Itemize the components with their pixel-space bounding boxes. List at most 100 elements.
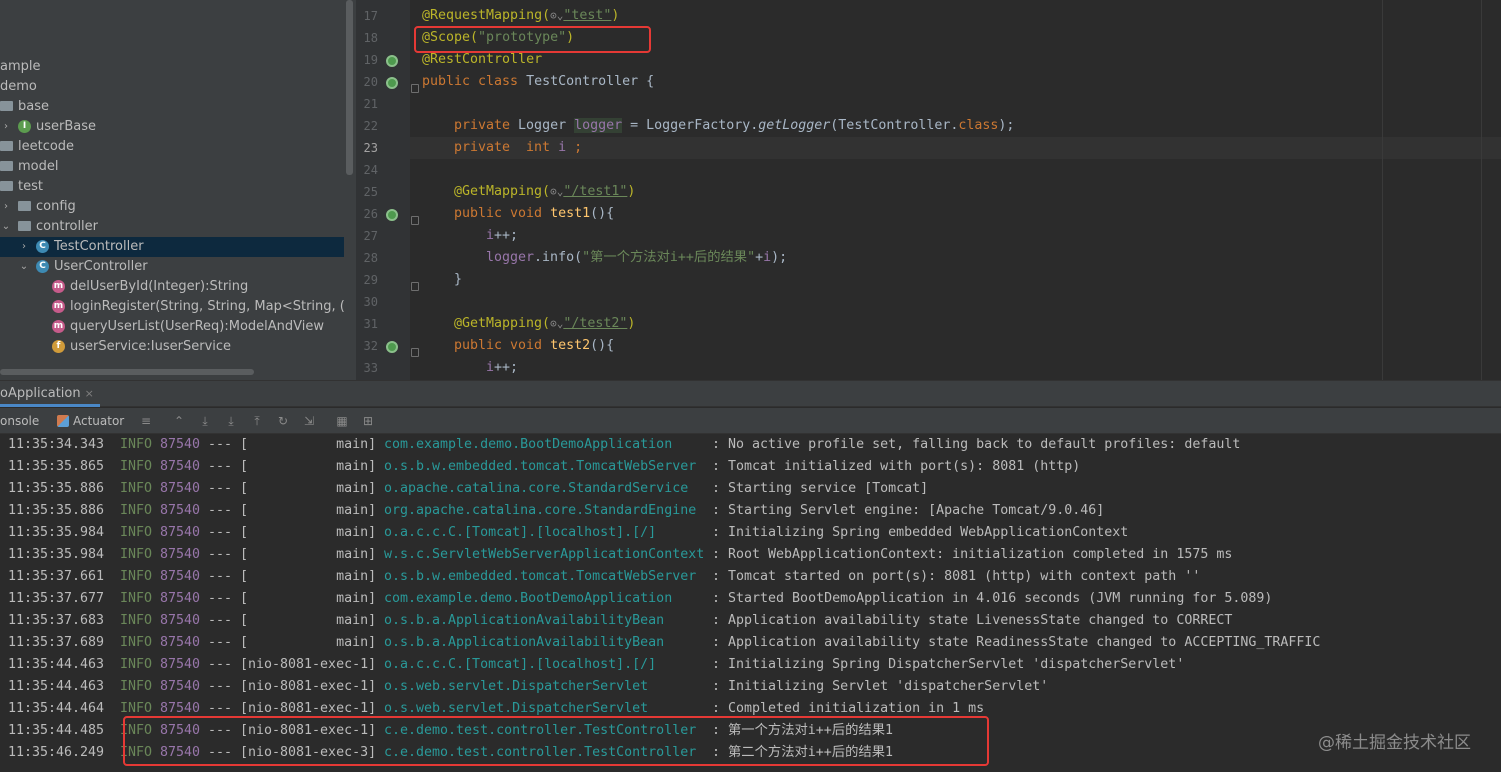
log-logger: org.apache.catalina.core.StandardEngine: [384, 503, 697, 518]
filter-icon[interactable]: ⇲: [302, 414, 316, 428]
code-line-31: @GetMapping(⊙⌄"/test2"): [454, 313, 635, 335]
tree-item[interactable]: › C TestController: [0, 237, 344, 257]
fold-icon[interactable]: [411, 216, 419, 225]
fold-icon[interactable]: [411, 84, 419, 93]
log-level: INFO: [120, 459, 153, 474]
chevron-down-icon[interactable]: ⌄: [0, 217, 12, 237]
tree-item[interactable]: m queryUserList(UserReq):ModelAndView: [0, 317, 344, 337]
annotation-token: @RestController: [422, 52, 543, 67]
tree-item[interactable]: ample: [0, 57, 344, 77]
menu-icon[interactable]: ≡: [139, 414, 153, 428]
code-editor[interactable]: 17 18 19 20 21 22 23 24 25 26 27 28 29 30 31 32 33 @Requ…: [356, 0, 1501, 380]
field-token: i: [486, 360, 495, 375]
fold-icon[interactable]: [411, 348, 419, 357]
log-logger: o.apache.catalina.core.StandardService: [384, 481, 689, 496]
run-config-tab[interactable]: oApplication ×: [0, 381, 100, 407]
method-token: getLogger: [758, 118, 831, 133]
tree-horizontal-scrollbar[interactable]: [0, 369, 254, 375]
tree-item[interactable]: f userService:IuserService: [0, 337, 344, 357]
editor-scrollbar-track[interactable]: [1481, 0, 1482, 380]
log-level: INFO: [120, 503, 153, 518]
log-msg: : Initializing Spring embedded WebApplic…: [712, 525, 1129, 540]
code-token: );: [771, 250, 788, 265]
code-line-20: public class TestController {: [422, 71, 654, 93]
tab-actuator[interactable]: Actuator: [57, 408, 124, 434]
tree-item[interactable]: model: [0, 157, 344, 177]
tree-item[interactable]: ⌄ controller: [0, 217, 344, 237]
log-level: INFO: [120, 591, 153, 606]
log-time: 11:35:44.464: [8, 701, 105, 716]
close-icon[interactable]: ×: [85, 387, 94, 400]
scroll-up-icon[interactable]: ⤒: [250, 414, 264, 428]
log-row: 11:35:44.463 INFO 87540 --- [nio-8081-exec-1…: [0, 676, 1501, 698]
tree-item[interactable]: test: [0, 177, 344, 197]
log-time: 11:35:37.661: [8, 569, 105, 584]
request-mapping-gutter-icon[interactable]: [386, 341, 398, 353]
tree-vertical-scrollbar[interactable]: [346, 0, 353, 175]
line-number: 20: [363, 75, 378, 89]
log-time: 11:35:34.343: [8, 437, 105, 452]
method-icon: m: [52, 319, 65, 333]
globe-icon[interactable]: ⊙⌄: [550, 9, 563, 22]
settings-icon[interactable]: ⊞: [361, 414, 375, 428]
table-icon[interactable]: ▦: [335, 414, 349, 428]
tab-console-label: onsole: [0, 414, 40, 428]
highlight-box-scope: [414, 26, 651, 53]
line-number: 29: [363, 273, 378, 287]
restore-layout-icon[interactable]: ⌃: [172, 414, 186, 428]
line-number: 18: [363, 31, 378, 45]
tree-item[interactable]: ⌄ C UserController: [0, 257, 344, 277]
scroll-end-icon[interactable]: ⤓: [224, 414, 238, 428]
fold-icon[interactable]: [411, 282, 419, 291]
tree-item-label: UserController: [54, 259, 148, 274]
log-pid: 87540: [160, 613, 201, 628]
chevron-right-icon[interactable]: ›: [0, 197, 12, 217]
tree-item-label: loginRegister(String, String, Map<String…: [70, 299, 345, 314]
log-level: INFO: [120, 569, 153, 584]
log-thread: [nio-8081-exec-1]: [240, 657, 377, 672]
log-row: 11:35:37.661 INFO 87540 --- [ main] o.s.b.w.e…: [0, 566, 1501, 588]
tree-item[interactable]: › IuserBase: [0, 117, 344, 137]
log-time: 11:35:37.689: [8, 635, 105, 650]
refresh-icon[interactable]: ↻: [276, 414, 290, 428]
log-row: 11:35:37.677 INFO 87540 --- [ main] com.examp…: [0, 588, 1501, 610]
log-logger: o.s.b.w.embedded.tomcat.TomcatWebServer: [384, 569, 697, 584]
tree-item[interactable]: › config: [0, 197, 344, 217]
actuator-icon: [57, 414, 69, 427]
tree-item[interactable]: m delUserById(Integer):String: [0, 277, 344, 297]
scroll-down-icon[interactable]: ⤓: [198, 414, 212, 428]
globe-icon[interactable]: ⊙⌄: [550, 185, 563, 198]
globe-icon[interactable]: ⊙⌄: [550, 317, 563, 330]
log-time: 11:35:35.886: [8, 481, 105, 496]
annotation-token: ): [627, 184, 636, 199]
log-logger: o.s.b.a.ApplicationAvailabilityBean: [384, 613, 665, 628]
tree-item-label: TestController: [54, 239, 144, 254]
request-mapping-gutter-icon[interactable]: [386, 209, 398, 221]
log-row: 11:35:44.463 INFO 87540 --- [nio-8081-exec-1…: [0, 654, 1501, 676]
chevron-right-icon[interactable]: ›: [0, 117, 12, 137]
chevron-right-icon[interactable]: ›: [18, 237, 30, 257]
tree-item-label: leetcode: [18, 139, 75, 154]
tree-item[interactable]: base: [0, 97, 344, 117]
log-sep: ---: [208, 547, 233, 562]
run-tab-bar: oApplication ×: [0, 380, 1501, 407]
tree-item[interactable]: demo: [0, 77, 344, 97]
chevron-down-icon[interactable]: ⌄: [18, 257, 30, 277]
line-number: 26: [363, 207, 378, 221]
tab-console[interactable]: onsole: [0, 408, 39, 434]
tree-item[interactable]: leetcode: [0, 137, 344, 157]
log-sep: ---: [208, 481, 233, 496]
log-logger: o.s.b.a.ApplicationAvailabilityBean: [384, 635, 665, 650]
tree-item[interactable]: m loginRegister(String, String, Map<Strin…: [0, 297, 345, 317]
log-thread: [ main]: [240, 525, 377, 540]
spring-bean-gutter-icon[interactable]: [386, 77, 398, 89]
code-line-27: i++;: [486, 225, 518, 247]
line-number: 17: [363, 9, 378, 23]
class-icon: C: [36, 259, 49, 273]
log-level: INFO: [120, 613, 153, 628]
log-time: 11:35:35.984: [8, 547, 105, 562]
code-line-28: logger.info("第一个方法对i++后的结果"+i);: [486, 247, 787, 269]
spring-bean-gutter-icon[interactable]: [386, 55, 398, 67]
log-thread: [ main]: [240, 547, 377, 562]
code-token: ++;: [494, 360, 519, 375]
